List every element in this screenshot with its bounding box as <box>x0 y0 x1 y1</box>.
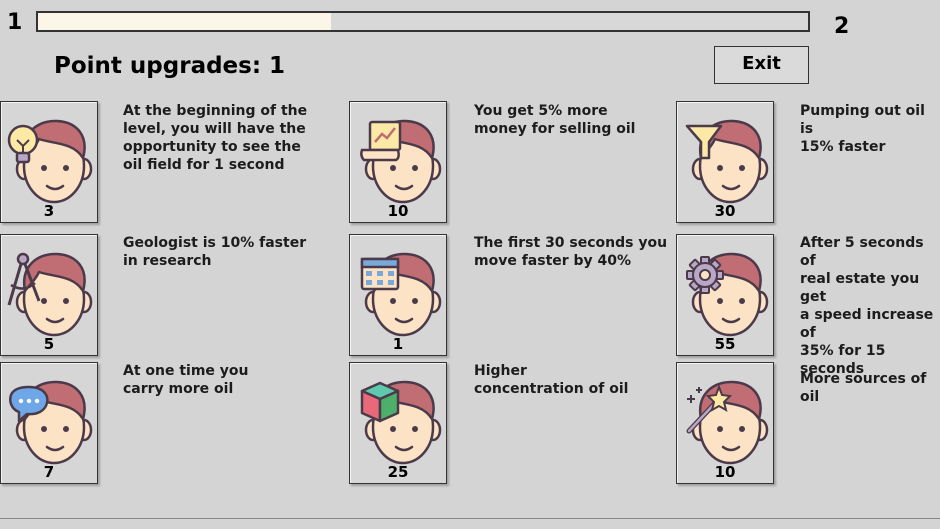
page-title: Point upgrades: 1 <box>54 53 286 79</box>
bottom-divider <box>0 518 940 519</box>
lightbulb-icon <box>7 124 39 164</box>
level-progress-fill <box>38 13 331 30</box>
upgrade-card-3[interactable]: 30 <box>676 101 774 223</box>
exit-button[interactable]: Exit <box>714 46 809 84</box>
upgrade-card-9[interactable]: 10 <box>676 362 774 484</box>
chart-scroll-icon <box>360 120 402 162</box>
upgrade-card-7[interactable]: 7 <box>0 362 98 484</box>
upgrade-card-8[interactable]: 25 <box>349 362 447 484</box>
upgrade-description: The first 30 seconds you move faster by … <box>474 235 668 269</box>
upgrade-cost: 55 <box>714 335 736 353</box>
compass-icon <box>7 252 41 306</box>
current-level-number: 1 <box>7 10 23 35</box>
upgrade-description: After 5 seconds of real estate you get a… <box>800 235 934 377</box>
upgrade-card-4[interactable]: 5 <box>0 234 98 356</box>
upgrade-description: At one time you carry more oil <box>123 363 249 397</box>
upgrade-cost: 3 <box>43 202 55 220</box>
upgrade-card-2[interactable]: 10 <box>349 101 447 223</box>
upgrade-description: More sources of oil <box>800 371 927 405</box>
upgrade-cost: 25 <box>387 463 409 481</box>
upgrade-cost: 7 <box>43 463 55 481</box>
upgrade-card-6[interactable]: 55 <box>676 234 774 356</box>
upgrade-description: Geologist is 10% faster in research <box>123 235 307 269</box>
upgrade-description: At the beginning of the level, you will … <box>123 103 308 173</box>
upgrade-description: You get 5% more money for selling oil <box>474 103 636 137</box>
funnel-icon <box>685 124 723 160</box>
upgrade-card-5[interactable]: 1 <box>349 234 447 356</box>
gear-icon <box>686 256 724 294</box>
upgrade-cost: 5 <box>43 335 55 353</box>
upgrade-description: Higher concentration of oil <box>474 363 629 397</box>
upgrade-cost: 30 <box>714 202 736 220</box>
magic-wand-icon <box>686 384 733 434</box>
cube-icon <box>360 381 400 423</box>
upgrade-cost: 10 <box>387 202 409 220</box>
upgrade-cost: 1 <box>392 335 404 353</box>
next-level-number: 2 <box>834 14 850 39</box>
upgrade-cost: 10 <box>714 463 736 481</box>
upgrade-description: Pumping out oil is 15% faster <box>800 103 925 155</box>
upgrade-card-1[interactable]: 3 <box>0 101 98 223</box>
level-progress-bar <box>36 11 810 32</box>
calendar-icon <box>360 257 400 291</box>
speech-bubble-icon <box>9 385 49 423</box>
